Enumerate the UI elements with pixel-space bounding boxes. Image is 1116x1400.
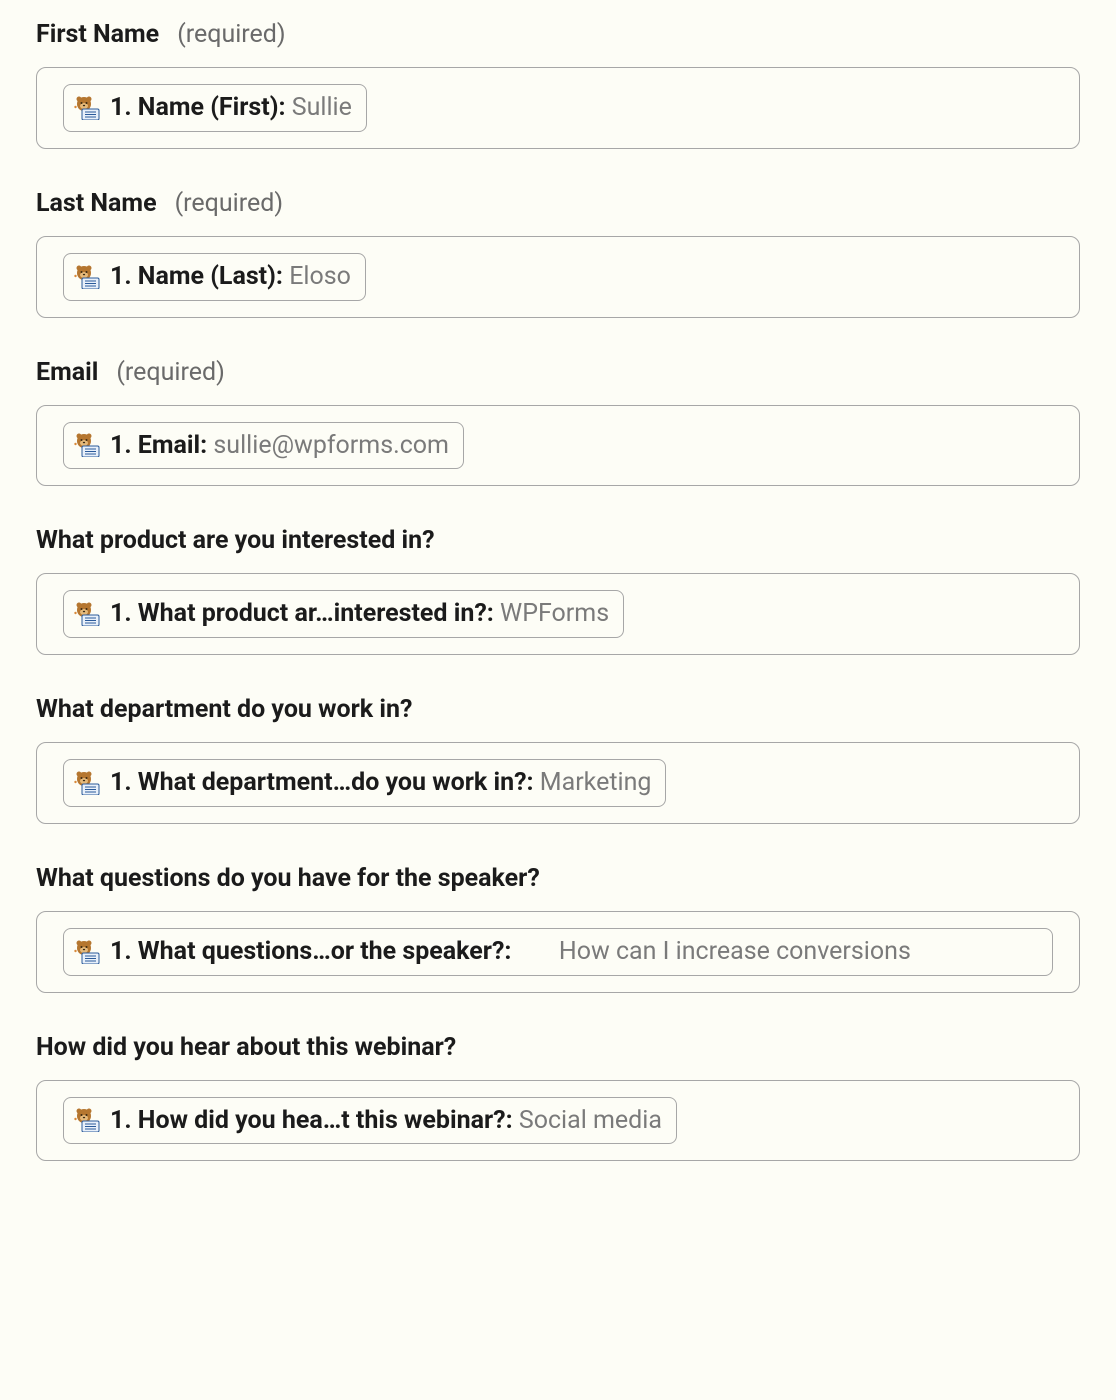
field-input-box[interactable]: 1. Name (Last): Eloso [36, 236, 1080, 318]
field-input-box[interactable]: 1. Name (First): Sullie [36, 67, 1080, 149]
smart-tag-value: Eloso [289, 262, 351, 291]
field-label-row: How did you hear about this webinar? [36, 1033, 1080, 1062]
smart-tag-key: 1. Email: [110, 431, 213, 460]
form-field-group: Last Name (required) 1. Name (Last): Eloso [36, 189, 1080, 318]
bear-form-icon [74, 1108, 100, 1132]
smart-tag-key: 1. What department…do you work in?: [110, 768, 540, 797]
field-label: Email [36, 358, 98, 387]
smart-tag-value: sullie@wpforms.com [213, 431, 449, 460]
bear-form-icon [74, 940, 100, 964]
bear-form-icon [74, 433, 100, 457]
required-indicator: (required) [177, 20, 285, 49]
bear-form-icon [74, 602, 100, 626]
smart-tag[interactable]: 1. What product ar…interested in?: WPFor… [63, 590, 624, 638]
field-label: Last Name [36, 189, 157, 218]
smart-tag-value: Marketing [540, 768, 652, 797]
form-field-group: Email (required) 1. Email: sullie@wpforms.… [36, 358, 1080, 487]
bear-form-icon [74, 96, 100, 120]
smart-tag-key: 1. What questions…or the speaker?: [110, 935, 537, 969]
form-field-group: First Name (required) 1. Name (First): Sul… [36, 20, 1080, 149]
required-indicator: (required) [175, 189, 283, 218]
smart-tag[interactable]: 1. Name (First): Sullie [63, 84, 367, 132]
bear-form-icon [74, 265, 100, 289]
smart-tag-value: Sullie [292, 93, 352, 122]
smart-tag-key: 1. Name (Last): [110, 262, 289, 291]
field-label: What questions do you have for the speak… [36, 864, 540, 893]
field-label-row: What department do you work in? [36, 695, 1080, 724]
smart-tag[interactable]: 1. Email: sullie@wpforms.com [63, 422, 464, 470]
field-input-box[interactable]: 1. What questions…or the speaker?: How ca… [36, 911, 1080, 993]
field-label-row: First Name (required) [36, 20, 1080, 49]
form-field-group: What questions do you have for the speak… [36, 864, 1080, 993]
smart-tag[interactable]: 1. How did you hea…t this webinar?: Soci… [63, 1097, 677, 1145]
required-indicator: (required) [116, 358, 224, 387]
field-label-row: Email (required) [36, 358, 1080, 387]
smart-tag[interactable]: 1. What department…do you work in?: Mark… [63, 759, 666, 807]
smart-tag-value: How can I increase conversions [559, 935, 1038, 969]
smart-tag-value: Social media [519, 1106, 662, 1135]
field-label: How did you hear about this webinar? [36, 1033, 456, 1062]
field-input-box[interactable]: 1. What product ar…interested in?: WPFor… [36, 573, 1080, 655]
field-input-box[interactable]: 1. How did you hea…t this webinar?: Soci… [36, 1080, 1080, 1162]
smart-tag-key: 1. Name (First): [110, 93, 292, 122]
field-label-row: Last Name (required) [36, 189, 1080, 218]
smart-tag[interactable]: 1. Name (Last): Eloso [63, 253, 366, 301]
form-field-group: How did you hear about this webinar? 1. H… [36, 1033, 1080, 1162]
smart-tag[interactable]: 1. What questions…or the speaker?: How ca… [63, 928, 1053, 976]
field-input-box[interactable]: 1. Email: sullie@wpforms.com [36, 405, 1080, 487]
field-label: First Name [36, 20, 159, 49]
field-label: What department do you work in? [36, 695, 412, 724]
field-input-box[interactable]: 1. What department…do you work in?: Mark… [36, 742, 1080, 824]
field-label: What product are you interested in? [36, 526, 435, 555]
smart-tag-value: WPForms [500, 599, 609, 628]
field-label-row: What product are you interested in? [36, 526, 1080, 555]
smart-tag-key: 1. What product ar…interested in?: [110, 599, 500, 628]
form-field-group: What department do you work in? 1. What d… [36, 695, 1080, 824]
bear-form-icon [74, 771, 100, 795]
field-label-row: What questions do you have for the speak… [36, 864, 1080, 893]
form-field-group: What product are you interested in? 1. Wh… [36, 526, 1080, 655]
smart-tag-key: 1. How did you hea…t this webinar?: [110, 1106, 519, 1135]
